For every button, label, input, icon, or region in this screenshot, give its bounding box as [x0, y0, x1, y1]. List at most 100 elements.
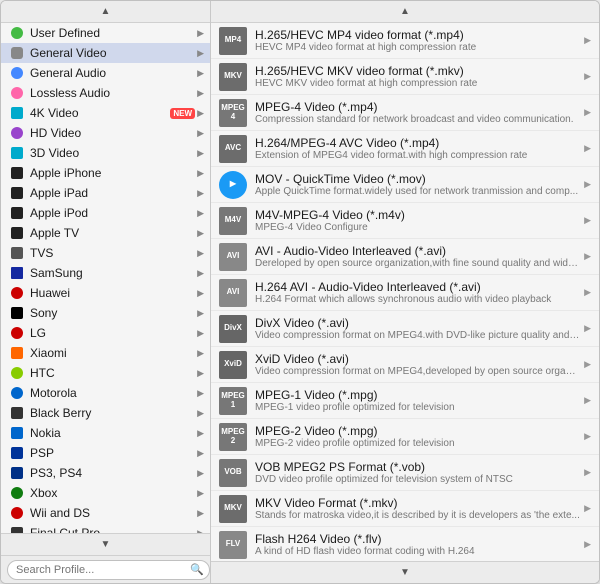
apple-iphone-label: Apple iPhone: [30, 166, 195, 180]
m4v-desc: MPEG-4 Video Configure: [255, 222, 580, 233]
right-item-h264-mp4[interactable]: AVC H.264/MPEG-4 AVC Video (*.mp4)Extensi…: [211, 131, 599, 167]
left-item-tvs[interactable]: TVS▶: [1, 243, 210, 263]
left-item-htc[interactable]: HTC▶: [1, 363, 210, 383]
right-list: MP4H.265/HEVC MP4 video format (*.mp4)HE…: [211, 23, 599, 561]
left-item-psp[interactable]: PSP▶: [1, 443, 210, 463]
right-item-divx[interactable]: DivXDivX Video (*.avi)Video compression …: [211, 311, 599, 347]
general-video-icon: [9, 45, 25, 61]
user-defined-icon: [9, 25, 25, 41]
left-scroll-up[interactable]: ▲: [1, 1, 210, 23]
left-item-apple-tv[interactable]: Apple TV▶: [1, 223, 210, 243]
right-item-mpeg1[interactable]: MPEG 1MPEG-1 Video (*.mpg)MPEG-1 video p…: [211, 383, 599, 419]
xbox-icon: [9, 485, 25, 501]
samsung-label: SamSung: [30, 266, 195, 280]
lossless-audio-label: Lossless Audio: [30, 86, 195, 100]
right-item-h265-mkv[interactable]: MKVH.265/HEVC MKV video format (*.mkv)HE…: [211, 59, 599, 95]
right-scroll-up[interactable]: ▲: [211, 1, 599, 23]
m4v-arrow: ▶: [584, 215, 591, 226]
blackberry-arrow: ▶: [197, 408, 204, 419]
h265-mp4-arrow: ▶: [584, 35, 591, 46]
motorola-label: Motorola: [30, 386, 195, 400]
apple-ipod-arrow: ▶: [197, 208, 204, 219]
mkv-title: MKV Video Format (*.mkv): [255, 496, 580, 510]
xiaomi-arrow: ▶: [197, 348, 204, 359]
left-item-4k-video[interactable]: 4K VideoNEW▶: [1, 103, 210, 123]
vob-format-icon: VOB: [219, 459, 247, 487]
mkv-arrow: ▶: [584, 503, 591, 514]
lg-icon: [9, 325, 25, 341]
left-item-motorola[interactable]: Motorola▶: [1, 383, 210, 403]
left-item-lossless-audio[interactable]: Lossless Audio▶: [1, 83, 210, 103]
m4v-title: M4V-MPEG-4 Video (*.m4v): [255, 208, 580, 222]
left-item-general-video[interactable]: General Video▶: [1, 43, 210, 63]
mpeg4-mp4-title: MPEG-4 Video (*.mp4): [255, 100, 580, 114]
left-item-huawei[interactable]: Huawei▶: [1, 283, 210, 303]
left-item-apple-ipad[interactable]: Apple iPad▶: [1, 183, 210, 203]
left-item-ps3-ps4[interactable]: PS3, PS4▶: [1, 463, 210, 483]
mpeg1-title: MPEG-1 Video (*.mpg): [255, 388, 580, 402]
left-item-samsung[interactable]: SamSung▶: [1, 263, 210, 283]
apple-ipad-icon: [9, 185, 25, 201]
left-item-apple-ipod[interactable]: Apple iPod▶: [1, 203, 210, 223]
h265-mkv-format-icon: MKV: [219, 63, 247, 91]
apple-iphone-icon: [9, 165, 25, 181]
left-item-nokia[interactable]: Nokia▶: [1, 423, 210, 443]
psp-label: PSP: [30, 446, 195, 460]
motorola-icon: [9, 385, 25, 401]
mkv-desc: Stands for matroska video,it is describe…: [255, 510, 580, 521]
avi-format-icon: AVI: [219, 243, 247, 271]
avi-title: AVI - Audio-Video Interleaved (*.avi): [255, 244, 580, 258]
xiaomi-icon: [9, 345, 25, 361]
mov-arrow: ▶: [584, 179, 591, 190]
general-video-arrow: ▶: [197, 48, 204, 59]
lg-arrow: ▶: [197, 328, 204, 339]
huawei-label: Huawei: [30, 286, 195, 300]
apple-iphone-arrow: ▶: [197, 168, 204, 179]
user-defined-arrow: ▶: [197, 28, 204, 39]
main-container: ▲ User Defined▶General Video▶General Aud…: [0, 0, 600, 584]
right-item-h265-mp4[interactable]: MP4H.265/HEVC MP4 video format (*.mp4)HE…: [211, 23, 599, 59]
hd-video-label: HD Video: [30, 126, 195, 140]
right-item-mpeg2[interactable]: MPEG 2MPEG-2 Video (*.mpg)MPEG-2 video p…: [211, 419, 599, 455]
right-item-m4v[interactable]: M4VM4V-MPEG-4 Video (*.m4v)MPEG-4 Video …: [211, 203, 599, 239]
left-scroll-down[interactable]: ▼: [1, 533, 210, 555]
right-item-mkv[interactable]: MKV MKV Video Format (*.mkv)Stands for ma…: [211, 491, 599, 527]
left-item-3d-video[interactable]: 3D Video▶: [1, 143, 210, 163]
left-item-apple-iphone[interactable]: Apple iPhone▶: [1, 163, 210, 183]
final-cut-pro-arrow: ▶: [197, 528, 204, 534]
ps3-ps4-arrow: ▶: [197, 468, 204, 479]
tvs-icon: [9, 245, 25, 261]
general-audio-icon: [9, 65, 25, 81]
h264-mp4-title: H.264/MPEG-4 AVC Video (*.mp4): [255, 136, 580, 150]
left-item-sony[interactable]: Sony▶: [1, 303, 210, 323]
mkv-format-icon: MKV: [219, 495, 247, 523]
right-item-h264-avi[interactable]: AVIH.264 AVI - Audio-Video Interleaved (…: [211, 275, 599, 311]
h264-mp4-format-icon: AVC: [219, 135, 247, 163]
left-item-lg[interactable]: LG▶: [1, 323, 210, 343]
left-item-user-defined[interactable]: User Defined▶: [1, 23, 210, 43]
left-item-general-audio[interactable]: General Audio▶: [1, 63, 210, 83]
left-item-final-cut-pro[interactable]: Final Cut Pro▶: [1, 523, 210, 533]
right-item-avi[interactable]: AVI AVI - Audio-Video Interleaved (*.avi)…: [211, 239, 599, 275]
flash-h264-format-icon: FLV: [219, 531, 247, 559]
4k-video-badge: NEW: [170, 108, 195, 119]
right-item-xvid[interactable]: XviDXviD Video (*.avi)Video compression …: [211, 347, 599, 383]
right-item-mpeg4-mp4[interactable]: MPEG 4MPEG-4 Video (*.mp4)Compression st…: [211, 95, 599, 131]
left-item-xiaomi[interactable]: Xiaomi▶: [1, 343, 210, 363]
left-item-wii-ds[interactable]: Wii and DS▶: [1, 503, 210, 523]
h264-mp4-desc: Extension of MPEG4 video format.with hig…: [255, 150, 580, 161]
search-input[interactable]: [7, 560, 210, 580]
apple-ipad-arrow: ▶: [197, 188, 204, 199]
right-item-flash-h264[interactable]: FLVFlash H264 Video (*.flv)A kind of HD …: [211, 527, 599, 561]
right-item-mov[interactable]: ▶MOV - QuickTime Video (*.mov)Apple Quic…: [211, 167, 599, 203]
3d-video-icon: [9, 145, 25, 161]
psp-icon: [9, 445, 25, 461]
left-item-hd-video[interactable]: HD Video▶: [1, 123, 210, 143]
xvid-desc: Video compression format on MPEG4,develo…: [255, 366, 580, 377]
huawei-icon: [9, 285, 25, 301]
left-item-blackberry[interactable]: Black Berry▶: [1, 403, 210, 423]
mpeg4-mp4-desc: Compression standard for network broadca…: [255, 114, 580, 125]
right-item-vob[interactable]: VOBVOB MPEG2 PS Format (*.vob)DVD video …: [211, 455, 599, 491]
left-item-xbox[interactable]: Xbox▶: [1, 483, 210, 503]
right-scroll-down[interactable]: ▼: [211, 561, 599, 583]
